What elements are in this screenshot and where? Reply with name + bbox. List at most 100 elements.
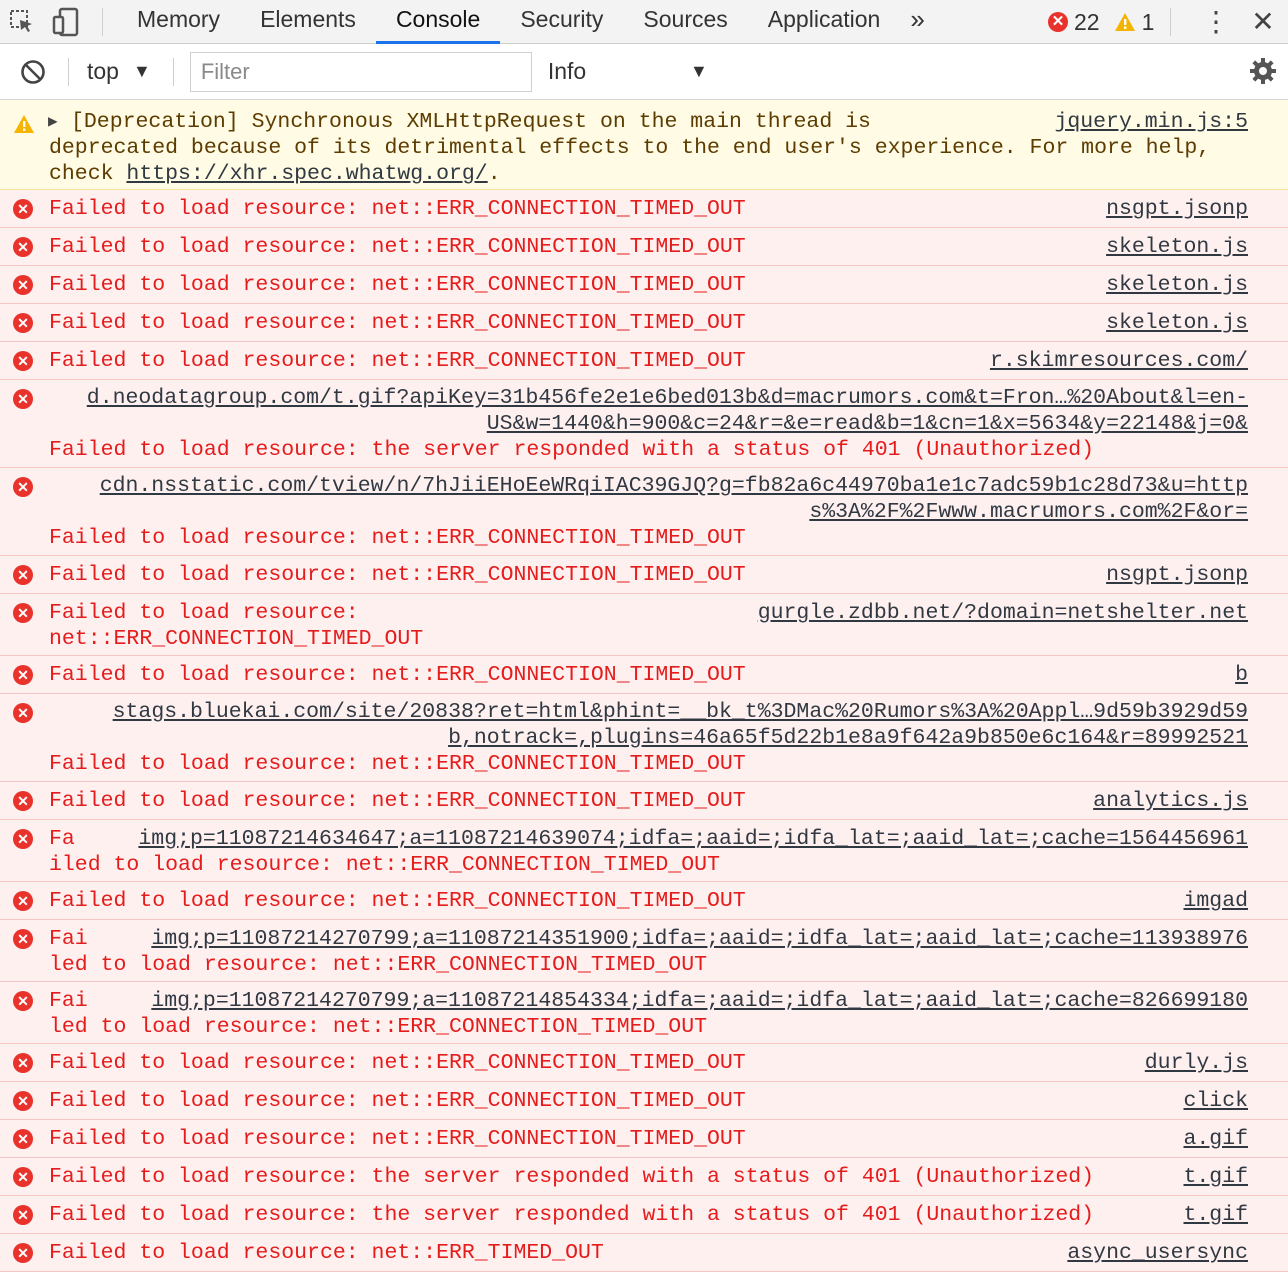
tab-sources[interactable]: Sources [623, 0, 747, 44]
context-selector[interactable]: top ▼ [87, 58, 151, 85]
context-label: top [87, 58, 119, 84]
message-source-link[interactable]: skeleton.js [1106, 310, 1248, 336]
console-error-message: ✕ Failed to load resource: net::ERR_CONN… [0, 656, 1288, 694]
close-icon[interactable]: ✕ [1238, 0, 1288, 44]
error-icon: ✕ [13, 829, 33, 849]
message-source-link[interactable]: async_usersync [1067, 1240, 1248, 1266]
message-text: Failed to load resource: net::ERR_CONNEC… [49, 526, 746, 550]
message-source-link[interactable]: nsgpt.jsonp [1106, 196, 1248, 222]
divider [172, 57, 174, 86]
tab-security[interactable]: Security [500, 0, 623, 44]
warning-count-icon [1114, 13, 1135, 31]
error-icon: ✕ [13, 1091, 33, 1111]
error-icon: ✕ [13, 603, 33, 623]
error-icon: ✕ [13, 477, 33, 497]
message-source-link[interactable]: skeleton.js [1106, 234, 1248, 260]
message-source-link[interactable]: imgad [1183, 888, 1248, 914]
console-error-message: ✕ Failed to load resource: net::ERR_CONN… [0, 882, 1288, 920]
gear-icon[interactable] [1248, 56, 1278, 86]
console-error-message: ✕ d.neodatagroup.com/t.gif?apiKey=31b456… [0, 380, 1288, 468]
message-text: Fai [49, 927, 88, 951]
tab-memory[interactable]: Memory [117, 0, 240, 44]
message-url-link[interactable]: US&w=1440&h=900&c=24&r=&e=read&b=1&cn=1&… [487, 411, 1248, 437]
message-text: Failed to load resource: net::ERR_CONNEC… [49, 889, 746, 913]
filter-input[interactable] [189, 51, 532, 92]
message-text: Failed to load resource: net::ERR_TIMED_… [49, 1241, 604, 1265]
console-error-message: ✕ Failed to load resource: net::ERR_TIME… [0, 1234, 1288, 1272]
error-icon: ✕ [13, 1243, 33, 1263]
error-icon: ✕ [13, 891, 33, 911]
error-icon: ✕ [13, 991, 33, 1011]
message-source-link[interactable]: t.gif [1183, 1202, 1248, 1228]
dropdown-arrow-icon: ▼ [689, 61, 708, 81]
console-warning-message: ▶ [Deprecation] Synchronous XMLHttpReque… [0, 100, 1288, 190]
message-text: Failed to load resource: net::ERR_CONNEC… [49, 349, 746, 373]
console-error-message: ✕ Failed to load resource: net::ERR_CONN… [0, 556, 1288, 594]
message-text: iled to load resource: net::ERR_CONNECTI… [49, 853, 720, 877]
message-url-link[interactable]: https://xhr.spec.whatwg.org/ [126, 162, 487, 186]
message-text: Failed to load resource: the server resp… [49, 1203, 1095, 1227]
log-level-selector[interactable]: Info ▼ [548, 58, 708, 85]
message-text: Failed to load resource: net::ERR_CONNEC… [49, 1089, 746, 1113]
tab-application[interactable]: Application [748, 0, 901, 44]
error-icon: ✕ [13, 1129, 33, 1149]
message-source-link[interactable]: t.gif [1183, 1164, 1248, 1190]
console-toolbar: top ▼ Info ▼ [0, 44, 1288, 100]
message-url-link[interactable]: stags.bluekai.com/site/20838?ret=html&ph… [113, 699, 1248, 725]
message-source-link[interactable]: a.gif [1183, 1126, 1248, 1152]
message-text: Failed to load resource: net::ERR_CONNEC… [49, 563, 746, 587]
console-error-message: ✕ Failed to load resource: net::ERR_CONN… [0, 1044, 1288, 1082]
error-icon: ✕ [13, 1205, 33, 1225]
error-icon: ✕ [13, 275, 33, 295]
message-text: Failed to load resource: net::ERR_CONNEC… [49, 197, 746, 221]
console-error-message: ✕ Failed to load resource: net::ERR_CONN… [0, 304, 1288, 342]
error-count: 22 [1074, 8, 1100, 35]
message-url-link[interactable]: img;p=11087214634647;a=11087214639074;id… [138, 826, 1248, 852]
tab-elements[interactable]: Elements [240, 0, 376, 44]
console-error-message: ✕ Failed to load resource: net::ERR_CONN… [0, 342, 1288, 380]
message-text: Failed to load resource: net::ERR_CONNEC… [49, 752, 746, 776]
message-source-link[interactable]: click [1183, 1088, 1248, 1114]
console-error-message: ✕ Fai img;p=11087214270799;a=11087214854… [0, 982, 1288, 1044]
more-tabs-button[interactable]: » [900, 0, 934, 44]
error-icon: ✕ [13, 565, 33, 585]
message-url-link[interactable]: img;p=11087214270799;a=11087214351900;id… [151, 926, 1248, 952]
issue-counters[interactable]: ✕ 22 1 [1048, 0, 1172, 44]
message-url-link[interactable]: cdn.nsstatic.com/tview/n/7hJiiEHoEeWRqiI… [100, 473, 1248, 499]
message-url-link[interactable]: s%3A%2F%2Fwww.macrumors.com%2F&or= [809, 499, 1248, 525]
message-url-link[interactable]: img;p=11087214270799;a=11087214854334;id… [151, 988, 1248, 1014]
message-source-link[interactable]: skeleton.js [1106, 272, 1248, 298]
error-icon: ✕ [13, 929, 33, 949]
error-icon: ✕ [13, 199, 33, 219]
message-text: Failed to load resource: net::ERR_CONNEC… [49, 311, 746, 335]
message-text: led to load resource: net::ERR_CONNECTIO… [49, 953, 708, 977]
kebab-menu-icon[interactable]: ⋮ [1194, 0, 1238, 44]
message-source-link[interactable]: b [1235, 662, 1248, 688]
message-url-link[interactable]: d.neodatagroup.com/t.gif?apiKey=31b456fe… [87, 385, 1248, 411]
error-icon: ✕ [13, 703, 33, 723]
message-text: Failed to load resource: net::ERR_CONNEC… [49, 1127, 746, 1151]
console-error-message: ✕ Failed to load resource: gurgle.zdbb.n… [0, 594, 1288, 656]
message-source-link[interactable]: r.skimresources.com/ [990, 348, 1248, 374]
warning-count: 1 [1141, 8, 1155, 35]
message-source-link[interactable]: analytics.js [1093, 788, 1248, 814]
console-error-message: ✕ Failed to load resource: net::ERR_CONN… [0, 266, 1288, 304]
message-source-link[interactable]: jquery.min.js:5 [1054, 109, 1248, 135]
message-text: Fa [49, 827, 75, 851]
message-url-link[interactable]: b,notrack=,plugins=46a65f5d22b1e8a9f642a… [448, 725, 1248, 751]
error-count-icon: ✕ [1048, 12, 1068, 32]
expand-triangle-icon[interactable]: ▶ [48, 109, 58, 135]
device-toolbar-icon[interactable] [44, 0, 88, 44]
message-text: Failed to load resource: the server resp… [49, 1165, 1095, 1189]
text-fragment: check [49, 162, 127, 186]
error-icon: ✕ [13, 1053, 33, 1073]
message-text: Failed to load resource: [49, 601, 359, 625]
message-source-link[interactable]: nsgpt.jsonp [1106, 562, 1248, 588]
error-icon: ✕ [13, 351, 33, 371]
message-source-link[interactable]: gurgle.zdbb.net/?domain=netshelter.net [758, 600, 1248, 626]
message-source-link[interactable]: durly.js [1145, 1050, 1248, 1076]
tab-console[interactable]: Console [375, 0, 501, 44]
message-text: deprecated because of its detrimental ef… [49, 136, 1211, 160]
clear-console-icon[interactable] [20, 59, 46, 85]
inspect-element-icon[interactable] [0, 0, 44, 44]
